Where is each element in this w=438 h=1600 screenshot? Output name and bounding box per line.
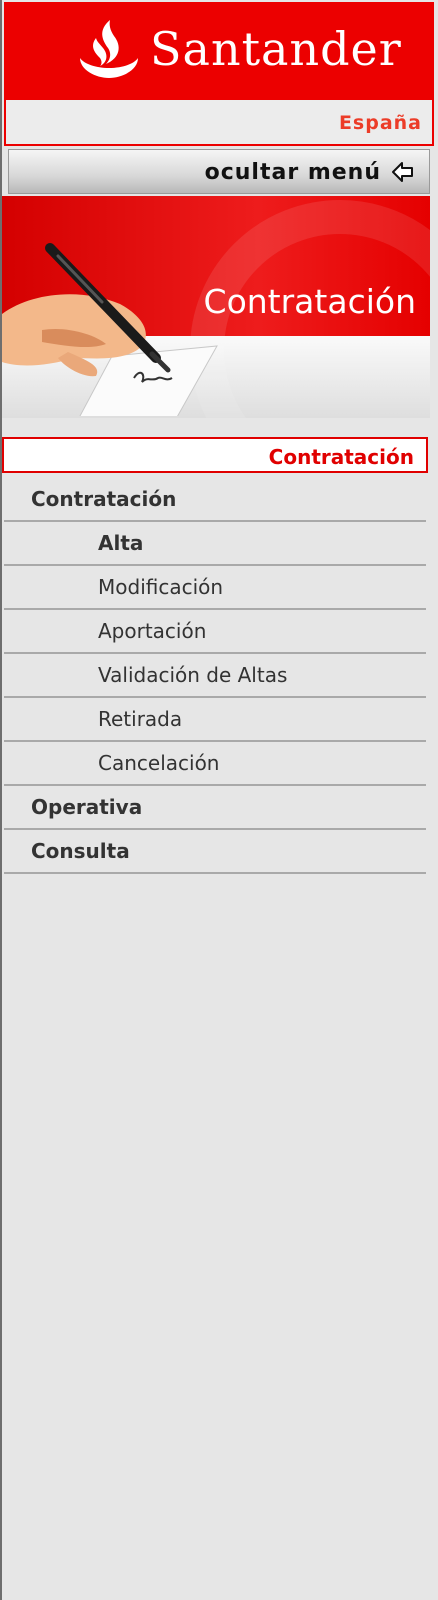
menu-item-alta[interactable]: Alta xyxy=(4,522,426,566)
brand-name: Santander xyxy=(150,22,402,76)
brand-header: Santander xyxy=(4,2,434,100)
menu-item-label: Contratación xyxy=(31,487,177,511)
country-label: España xyxy=(338,112,422,134)
hide-menu-label: ocultar menú xyxy=(204,160,381,185)
menu-item-contratacion[interactable]: Contratación xyxy=(4,478,426,522)
menu-item-validacion-altas[interactable]: Validación de Altas xyxy=(4,654,426,698)
menu-item-label: Operativa xyxy=(31,795,143,819)
hide-menu-button[interactable]: ocultar menú xyxy=(8,149,430,194)
flame-icon xyxy=(80,20,138,78)
menu-item-modificacion[interactable]: Modificación xyxy=(4,566,426,610)
menu-item-retirada[interactable]: Retirada xyxy=(4,698,426,742)
hand-signing-document-icon xyxy=(2,243,218,416)
arrow-left-icon xyxy=(392,162,413,182)
menu-item-label: Aportación xyxy=(98,619,207,643)
menu-item-operativa[interactable]: Operativa xyxy=(4,786,426,830)
menu-item-label: Alta xyxy=(98,531,144,555)
menu-item-consulta[interactable]: Consulta xyxy=(4,830,426,874)
side-menu: Contratación Alta Modificación Aportació… xyxy=(4,478,426,874)
section-banner: Contratación xyxy=(2,196,430,418)
menu-item-label: Retirada xyxy=(98,707,183,731)
menu-item-cancelacion[interactable]: Cancelación xyxy=(4,742,426,786)
banner-title: Contratación xyxy=(203,282,416,321)
menu-item-aportacion[interactable]: Aportación xyxy=(4,610,426,654)
section-header: Contratación xyxy=(2,437,428,473)
country-bar: España xyxy=(4,100,434,146)
menu-item-label: Validación de Altas xyxy=(98,663,288,687)
section-title: Contratación xyxy=(268,445,414,469)
menu-item-label: Modificación xyxy=(98,575,224,599)
menu-item-label: Consulta xyxy=(31,839,130,863)
menu-item-label: Cancelación xyxy=(98,751,220,775)
